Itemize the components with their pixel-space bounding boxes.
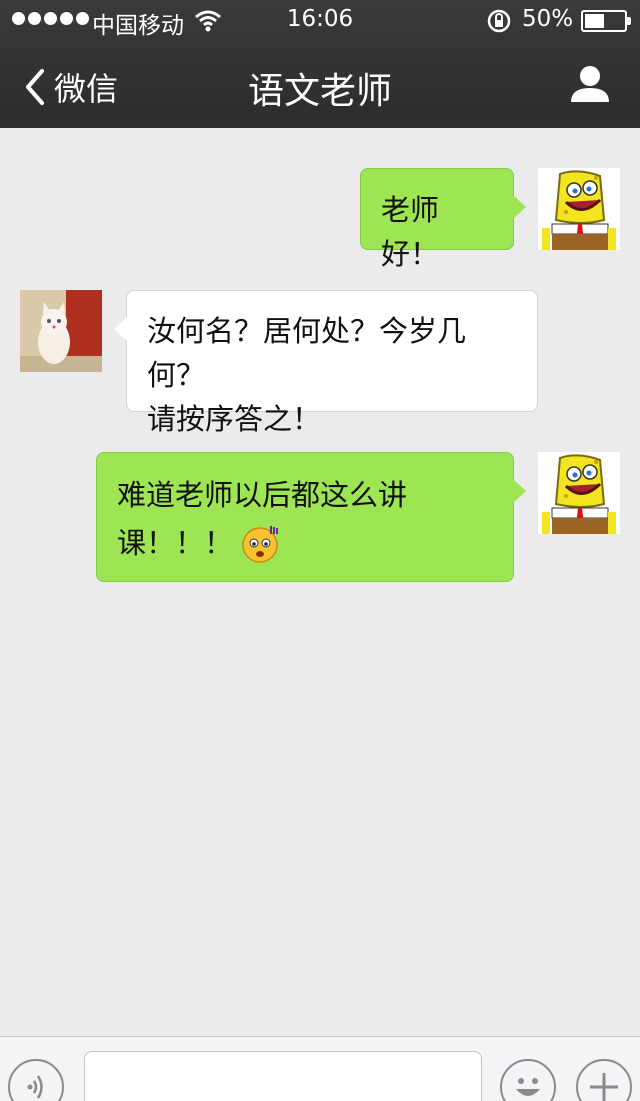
message-text-line: 课！！！ bbox=[117, 526, 234, 560]
emoji-button[interactable] bbox=[500, 1059, 556, 1101]
message-text: 老师好！ bbox=[381, 193, 440, 271]
battery-percent: 50% bbox=[522, 6, 574, 32]
teacher-avatar[interactable] bbox=[20, 290, 102, 372]
plus-icon bbox=[590, 1073, 618, 1101]
message-text-line: 汝何名？居何处？今岁几何？ bbox=[147, 314, 467, 392]
surprised-emoji-icon bbox=[242, 526, 279, 563]
message-bubble[interactable]: 老师好！ bbox=[360, 168, 526, 271]
message-text-line: 请按序答之！ bbox=[147, 402, 322, 436]
my-avatar[interactable] bbox=[538, 168, 620, 250]
voice-icon bbox=[27, 1075, 43, 1099]
chat-title: 语文老师 bbox=[247, 71, 392, 112]
voice-button[interactable] bbox=[8, 1059, 64, 1101]
message-bubble[interactable]: 汝何名？居何处？今岁几何？ 请按序答之！ bbox=[114, 290, 538, 436]
sponge-avatar-icon bbox=[538, 452, 620, 534]
status-bar: 中国移动 16:06 50% bbox=[0, 0, 640, 40]
navigation-bar: 中国移动 16:06 50% 微信 语文老师 bbox=[0, 0, 640, 128]
plus-button[interactable] bbox=[576, 1059, 632, 1101]
kitten-avatar-icon bbox=[20, 290, 102, 372]
message-text-line: 难道老师以后都这么讲 bbox=[117, 478, 408, 512]
message-bubble[interactable]: 难道老师以后都这么讲 课！！！ bbox=[96, 452, 526, 582]
rotation-lock-icon bbox=[487, 9, 511, 33]
my-avatar[interactable] bbox=[538, 452, 620, 534]
battery-icon bbox=[581, 10, 631, 32]
sponge-avatar-icon bbox=[538, 168, 620, 250]
message-input[interactable] bbox=[84, 1051, 482, 1101]
user-profile-icon[interactable] bbox=[568, 64, 612, 104]
emoji-icon bbox=[516, 1078, 540, 1096]
input-bar bbox=[0, 1036, 640, 1101]
